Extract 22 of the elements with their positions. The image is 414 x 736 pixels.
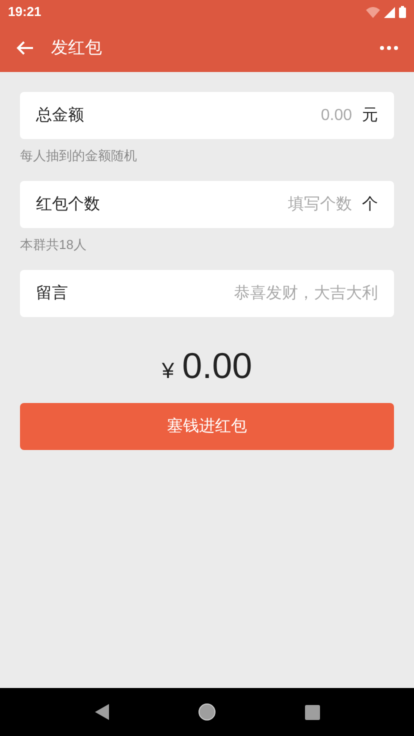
currency-symbol: ¥: [162, 357, 174, 385]
status-time: 19:21: [8, 3, 42, 22]
home-icon[interactable]: [198, 703, 216, 721]
field-hint: 本群共18人: [20, 237, 86, 252]
more-icon[interactable]: [380, 46, 398, 50]
unit-label: 个: [362, 194, 378, 214]
field-label: 总金额: [36, 106, 84, 126]
form-row[interactable]: 红包个数 填写个数 个: [20, 181, 394, 228]
form-row[interactable]: 总金额 0.00 元: [20, 92, 394, 139]
field-hint: 每人抽到的金额随机: [20, 148, 137, 163]
recents-icon[interactable]: [304, 704, 320, 720]
field-label: 红包个数: [36, 194, 100, 214]
amount-total: 0.00: [182, 344, 252, 388]
page-title: 发红包: [51, 37, 102, 60]
wifi-icon: [366, 6, 380, 18]
battery-icon: [399, 6, 406, 18]
signal-icon: [384, 6, 395, 18]
field-label: 留言: [36, 284, 68, 304]
unit-label: 元: [362, 106, 378, 126]
back-icon[interactable]: [94, 704, 108, 720]
back-arrow-icon[interactable]: [16, 40, 34, 56]
form-row[interactable]: 留言 恭喜发财，大吉大利: [20, 270, 394, 317]
